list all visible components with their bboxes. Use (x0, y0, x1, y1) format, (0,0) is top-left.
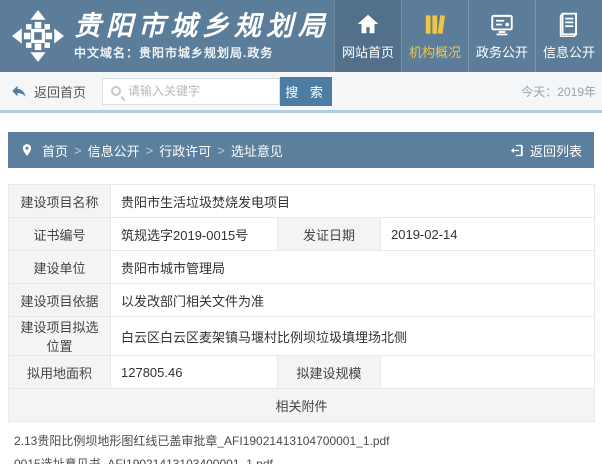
attachments-list: 2.13贵阳比例坝地形图红线已盖审批章_AFI19021413104700001… (0, 422, 602, 464)
field-label-project-basis: 建设项目依据 (9, 284, 111, 317)
today-date-label: 今天：2019年 (521, 83, 596, 100)
site-domain-label: 中文域名：贵阳市城乡规划局.政务 (74, 44, 330, 61)
field-value-land-area: 127805.46 (111, 356, 278, 389)
attachment-pdf-link[interactable]: 0015选址意见书_AFI19021413103400001_1.pdf (14, 453, 602, 464)
tab-org-overview[interactable]: 机构概况 (401, 0, 468, 72)
tab-info-disclosure[interactable]: 信息公开 (535, 0, 602, 72)
breadcrumb-item-site-opinion[interactable]: 选址意见 (231, 141, 283, 160)
back-home-label: 返回首页 (34, 82, 86, 101)
table-row: 相关附件 (9, 389, 595, 422)
field-value-cert-number: 筑规选字2019-0015号 (111, 218, 278, 251)
search-icon (111, 86, 121, 96)
field-value-issue-date: 2019-02-14 (381, 218, 595, 251)
attachment-pdf-link[interactable]: 2.13贵阳比例坝地形图红线已盖审批章_AFI19021413104700001… (14, 430, 602, 453)
field-label-project-name: 建设项目名称 (9, 185, 111, 218)
field-label-cert-number: 证书编号 (9, 218, 111, 251)
table-row: 建设项目名称 贵阳市生活垃圾焚烧发电项目 (9, 185, 595, 218)
field-label-proposed-location: 建设项目拟选位置 (9, 317, 111, 356)
table-row: 建设单位 贵阳市城市管理局 (9, 251, 595, 284)
back-arrow-icon (10, 82, 28, 100)
tab-label: 网站首页 (342, 42, 394, 61)
location-pin-icon (20, 143, 34, 157)
return-list-label: 返回列表 (530, 141, 582, 160)
bureau-logo-icon (12, 10, 64, 62)
books-icon (422, 11, 448, 37)
table-row: 证书编号 筑规选字2019-0015号 发证日期 2019-02-14 (9, 218, 595, 251)
toolbar: 返回首页 搜 索 今天：2019年 (0, 72, 602, 113)
main-nav: 网站首页 机构概况 政务公开 (334, 0, 602, 72)
table-row: 拟用地面积 127805.46 拟建设规模 (9, 356, 595, 389)
site-header: 贵阳市城乡规划局 中文域名：贵阳市城乡规划局.政务 网站首页 机构概况 (0, 0, 602, 72)
tab-site-home[interactable]: 网站首页 (334, 0, 401, 72)
breadcrumb-separator: > (74, 143, 82, 158)
field-label-issue-date: 发证日期 (278, 218, 381, 251)
home-icon (355, 11, 381, 37)
field-value-project-basis: 以发改部门相关文件为准 (111, 284, 595, 317)
project-detail-table: 建设项目名称 贵阳市生活垃圾焚烧发电项目 证书编号 筑规选字2019-0015号… (8, 184, 595, 422)
return-list-icon (509, 143, 524, 158)
breadcrumb-separator: > (146, 143, 154, 158)
breadcrumb-item-admin-permit[interactable]: 行政许可 (159, 141, 211, 160)
breadcrumb-item-home[interactable]: 首页 (42, 141, 68, 160)
logo-area: 贵阳市城乡规划局 中文域名：贵阳市城乡规划局.政务 (0, 0, 334, 72)
search-button[interactable]: 搜 索 (280, 77, 332, 106)
search-box (102, 78, 280, 105)
field-value-construction-scale (381, 356, 595, 389)
breadcrumb-item-info-disclosure[interactable]: 信息公开 (88, 141, 140, 160)
table-row: 建设项目拟选位置 白云区白云区麦架镇马堰村比例坝垃圾填埋场北侧 (9, 317, 595, 356)
tab-label: 信息公开 (543, 42, 595, 61)
monitor-icon (489, 11, 515, 37)
field-value-project-name: 贵阳市生活垃圾焚烧发电项目 (111, 185, 595, 218)
field-label-land-area: 拟用地面积 (9, 356, 111, 389)
document-icon (556, 11, 582, 37)
field-value-proposed-location: 白云区白云区麦架镇马堰村比例坝垃圾填埋场北侧 (111, 317, 595, 356)
breadcrumb-separator: > (217, 143, 225, 158)
field-label-construction-unit: 建设单位 (9, 251, 111, 284)
tab-label: 机构概况 (409, 42, 461, 61)
related-attachments-header: 相关附件 (9, 389, 595, 422)
tab-gov-affairs[interactable]: 政务公开 (468, 0, 535, 72)
breadcrumb: 首页 > 信息公开 > 行政许可 > 选址意见 返回列表 (8, 132, 594, 168)
back-home-link[interactable]: 返回首页 (10, 82, 86, 101)
field-label-construction-scale: 拟建设规模 (278, 356, 381, 389)
table-row: 建设项目依据 以发改部门相关文件为准 (9, 284, 595, 317)
return-to-list-button[interactable]: 返回列表 (509, 141, 582, 160)
tab-label: 政务公开 (476, 42, 528, 61)
site-title: 贵阳市城乡规划局 (74, 11, 330, 42)
search-input[interactable] (128, 84, 271, 98)
field-value-construction-unit: 贵阳市城市管理局 (111, 251, 595, 284)
